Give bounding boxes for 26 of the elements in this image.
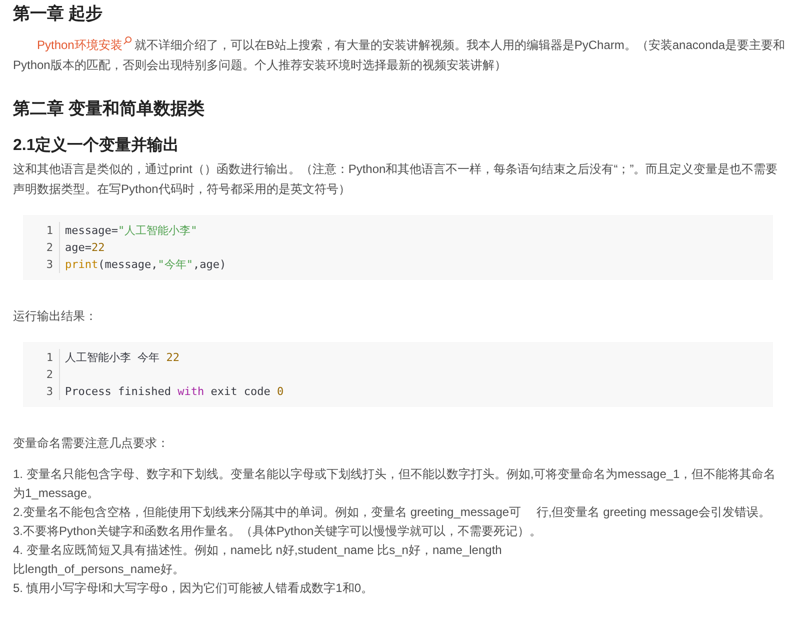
list-item: 4. 变量名应既简短又具有描述性。例如，name比 n好,student_name 比s_n好，name_length <box>13 542 503 559</box>
line-number: 1 <box>23 222 60 239</box>
search-icon <box>123 36 132 45</box>
code-line: Process finished with exit code 0 <box>64 385 284 398</box>
list-item: 比length_of_persons_name好。 <box>13 561 186 578</box>
link[interactable]: Python环境安装 <box>37 38 134 52</box>
list-item: 3.不要将Python关键字和函数名用作量名。（具体Python关键字可以慢慢学就可以，不需要死记）。 <box>13 523 543 540</box>
line-number: 1 <box>23 349 60 366</box>
section-heading: 2.1定义一个变量并输出 <box>13 135 180 156</box>
list-item: 5. 慎用小写字母l和大写字母o，因为它们可能被人错看成数字1和0。 <box>13 580 374 597</box>
line-number: 3 <box>23 256 60 273</box>
code-line: print(message,"今年",age) <box>64 257 226 272</box>
paragraph: 变量命名需要注意几点要求： <box>13 435 170 452</box>
line-number: 2 <box>23 366 60 383</box>
code-line: message="人工智能小李" <box>64 223 198 238</box>
chapter-heading: 第二章 变量和简单数据类 <box>13 98 206 120</box>
paragraph: 运行输出结果： <box>13 308 98 325</box>
line-number: 2 <box>23 239 60 256</box>
paragraph: 这和其他语言是类似的，通过print（）函数进行输出。（注意：Python和其他语言不一样，每条语句结束之后没有“；”。而且定义变量是也不需要声明数据类型。在写Python代码时，符号都采用的是英文符号） <box>13 161 779 198</box>
list-item: 2.变量名不能包含空格，但能使用下划线来分隔其中的单词。例如，变量名 greeting_message可 行,但变量名 greeting message会引发错误。 <box>13 504 772 521</box>
list-item: 1. 变量名只能包含字母、数字和下划线。变量名能以字母或下划线打头，但不能以数字打头。例如,可将变量命名为message_1，但不能将其命名为1_message。 <box>13 466 777 502</box>
intro-paragraph: Python环境安装 就不详细介绍了，可以在B站上搜索，有大量的安装讲解视频。我本人用的编辑器是PyCharm。（安装anaconda是要主要和Python版本的匹配，否则会出现特别多问题。个人推荐安装环境时选择最新的视频安装讲解） <box>13 35 786 74</box>
chapter-heading: 第一章 起步 <box>13 3 104 25</box>
code-line: 人工智能小李 今年 22 <box>64 350 180 365</box>
line-number: 3 <box>23 383 60 400</box>
code-line: age=22 <box>64 241 105 254</box>
